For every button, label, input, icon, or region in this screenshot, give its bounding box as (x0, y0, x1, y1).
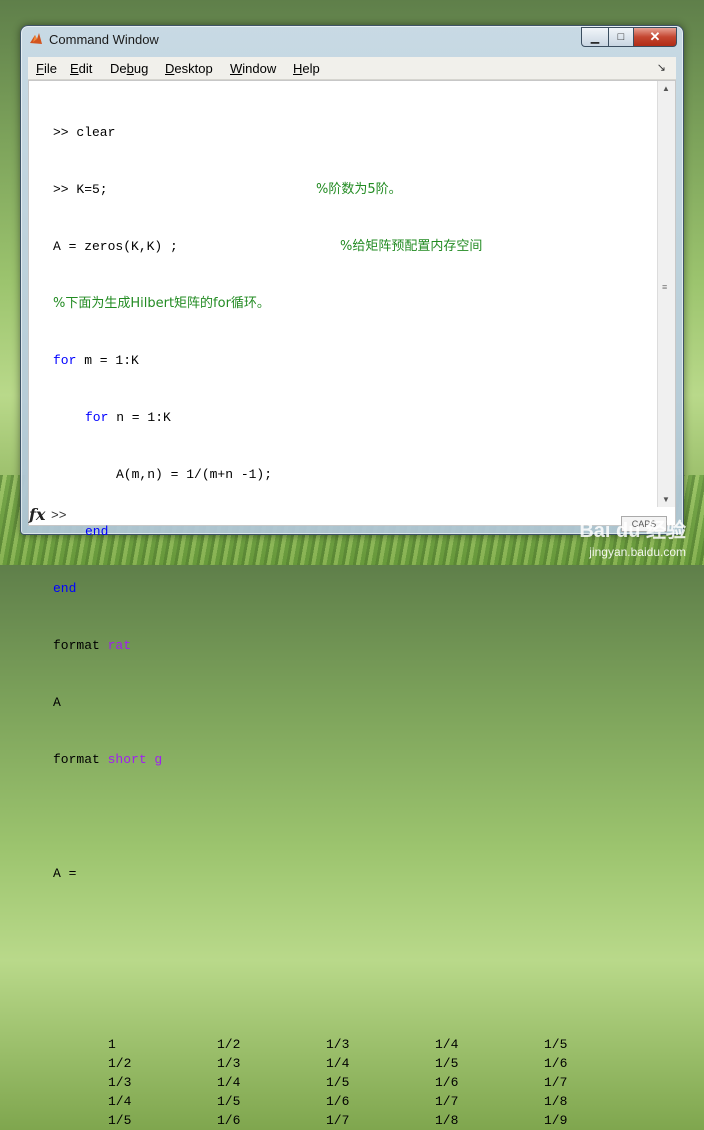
baidu-watermark-logo: Bai du 经验 (579, 520, 686, 542)
code-line: A(m,n) = 1/(m+n -1); (53, 465, 653, 484)
code-comment: %给矩阵预配置内存空间 (340, 239, 483, 254)
code-line: format rat (53, 636, 653, 655)
matrix-cell: 1/4 (326, 1056, 350, 1071)
matrix-row: 1/4 1/5 1/6 1/7 1/8 (53, 1092, 653, 1111)
code-text: n = 1:K (108, 410, 171, 425)
matrix-cell: 1/8 (435, 1113, 459, 1128)
code-line: for n = 1:K (53, 408, 653, 427)
menu-help[interactable]: Help (293, 61, 320, 76)
baidu-watermark-url: jingyan.baidu.com (589, 545, 686, 559)
matrix-output: 1 1/2 1/3 1/4 1/5 1/2 1/3 1/4 1/5 1/6 1/3 1/4 1/5 1/6… (53, 1035, 653, 1130)
matrix-row: 1/5 1/6 1/7 1/8 1/9 (53, 1111, 653, 1130)
scrollbar-grip-icon[interactable]: ≡ (662, 282, 667, 292)
code-line: A = zeros(K,K) ; %给矩阵预配置内存空间 (53, 237, 653, 256)
matrix-cell: 1/6 (217, 1113, 241, 1128)
code-line: A = (53, 864, 653, 883)
command-prompt[interactable]: >> (51, 508, 67, 523)
menu-bar: File Edit Debug Desktop Window Help ↘ (28, 57, 676, 80)
scroll-up-arrow-icon[interactable]: ▲ (662, 84, 670, 93)
maximize-button[interactable]: □ (609, 27, 634, 47)
code-line: %下面为生成Hilbert矩阵的for循环。 (53, 294, 653, 313)
code-keyword: end (85, 524, 109, 539)
code-line: A (53, 693, 653, 712)
matrix-cell: 1/4 (108, 1094, 132, 1109)
fx-function-browser-icon[interactable]: fx (29, 505, 45, 524)
title-bar[interactable]: Command Window ▁ □ ✕ (21, 26, 683, 52)
command-history: >> clear >> K=5; %阶数为5阶。 A = zeros(K,K) ;… (53, 85, 653, 1130)
matrix-cell: 1/8 (544, 1094, 568, 1109)
code-line: end (53, 579, 653, 598)
matrix-cell: 1/4 (217, 1075, 241, 1090)
close-button[interactable]: ✕ (634, 27, 677, 47)
code-string: short g (107, 752, 163, 767)
code-text: format (53, 752, 108, 767)
menu-debug[interactable]: Debug (110, 61, 148, 76)
menu-desktop[interactable]: Desktop (165, 61, 213, 76)
menu-file[interactable]: File (36, 61, 57, 76)
code-text: format (53, 638, 108, 653)
code-line: >> K=5; %阶数为5阶。 (53, 180, 653, 199)
code-text: A(m,n) = 1/(m+n -1); (116, 467, 273, 482)
matrix-cell: 1/5 (544, 1037, 568, 1052)
code-line: format short g (53, 750, 653, 769)
code-text: A = zeros(K,K) ; (53, 239, 178, 254)
code-line: >> clear (53, 123, 653, 142)
scroll-down-arrow-icon[interactable]: ▼ (662, 495, 670, 504)
matrix-cell: 1/7 (544, 1075, 568, 1090)
matrix-cell: 1/2 (217, 1037, 241, 1052)
matrix-cell: 1/6 (544, 1056, 568, 1071)
command-output-area[interactable]: >> clear >> K=5; %阶数为5阶。 A = zeros(K,K) ;… (28, 80, 676, 1128)
command-window: Command Window ▁ □ ✕ File Edit Debug Des… (20, 25, 684, 1128)
code-text: >> clear (53, 125, 116, 140)
code-comment: %下面为生成Hilbert矩阵的for循环。 (53, 296, 270, 311)
matrix-cell: 1/5 (217, 1094, 241, 1109)
matrix-cell: 1/9 (544, 1113, 568, 1128)
menu-window[interactable]: Window (230, 61, 276, 76)
undock-arrow-icon[interactable]: ↘ (657, 61, 666, 74)
code-text: A = (53, 866, 77, 881)
matrix-row: 1/2 1/3 1/4 1/5 1/6 (53, 1054, 653, 1073)
matrix-cell: 1/5 (108, 1113, 132, 1128)
matrix-cell: 1/6 (435, 1075, 459, 1090)
code-line: for m = 1:K (53, 351, 653, 370)
matrix-cell: 1/3 (108, 1075, 132, 1090)
code-keyword: end (53, 581, 77, 596)
matrix-cell: 1/6 (326, 1094, 350, 1109)
code-text: >> K=5; (53, 182, 108, 197)
matrix-row: 1 1/2 1/3 1/4 1/5 (53, 1035, 653, 1054)
code-keyword: for (53, 353, 77, 368)
code-text: A (53, 695, 61, 710)
matrix-cell: 1/3 (217, 1056, 241, 1071)
matrix-cell: 1/7 (326, 1113, 350, 1128)
vertical-scrollbar[interactable]: ▲ ≡ ▼ (657, 81, 675, 507)
matrix-cell: 1/5 (435, 1056, 459, 1071)
matrix-cell: 1/3 (326, 1037, 350, 1052)
matrix-cell: 1/7 (435, 1094, 459, 1109)
minimize-button[interactable]: ▁ (581, 27, 609, 47)
code-keyword: for (85, 410, 109, 425)
matrix-cell: 1 (108, 1037, 116, 1052)
code-line: end (53, 522, 653, 541)
code-comment: %阶数为5阶。 (316, 182, 402, 197)
matrix-row: 1/3 1/4 1/5 1/6 1/7 (53, 1073, 653, 1092)
matrix-cell: 1/4 (435, 1037, 459, 1052)
window-title: Command Window (49, 32, 159, 47)
matrix-cell: 1/5 (326, 1075, 350, 1090)
matlab-logo-icon (30, 33, 42, 44)
code-text: m = 1:K (76, 353, 139, 368)
matrix-cell: 1/2 (108, 1056, 132, 1071)
menu-edit[interactable]: Edit (70, 61, 92, 76)
code-string: rat (107, 638, 132, 653)
